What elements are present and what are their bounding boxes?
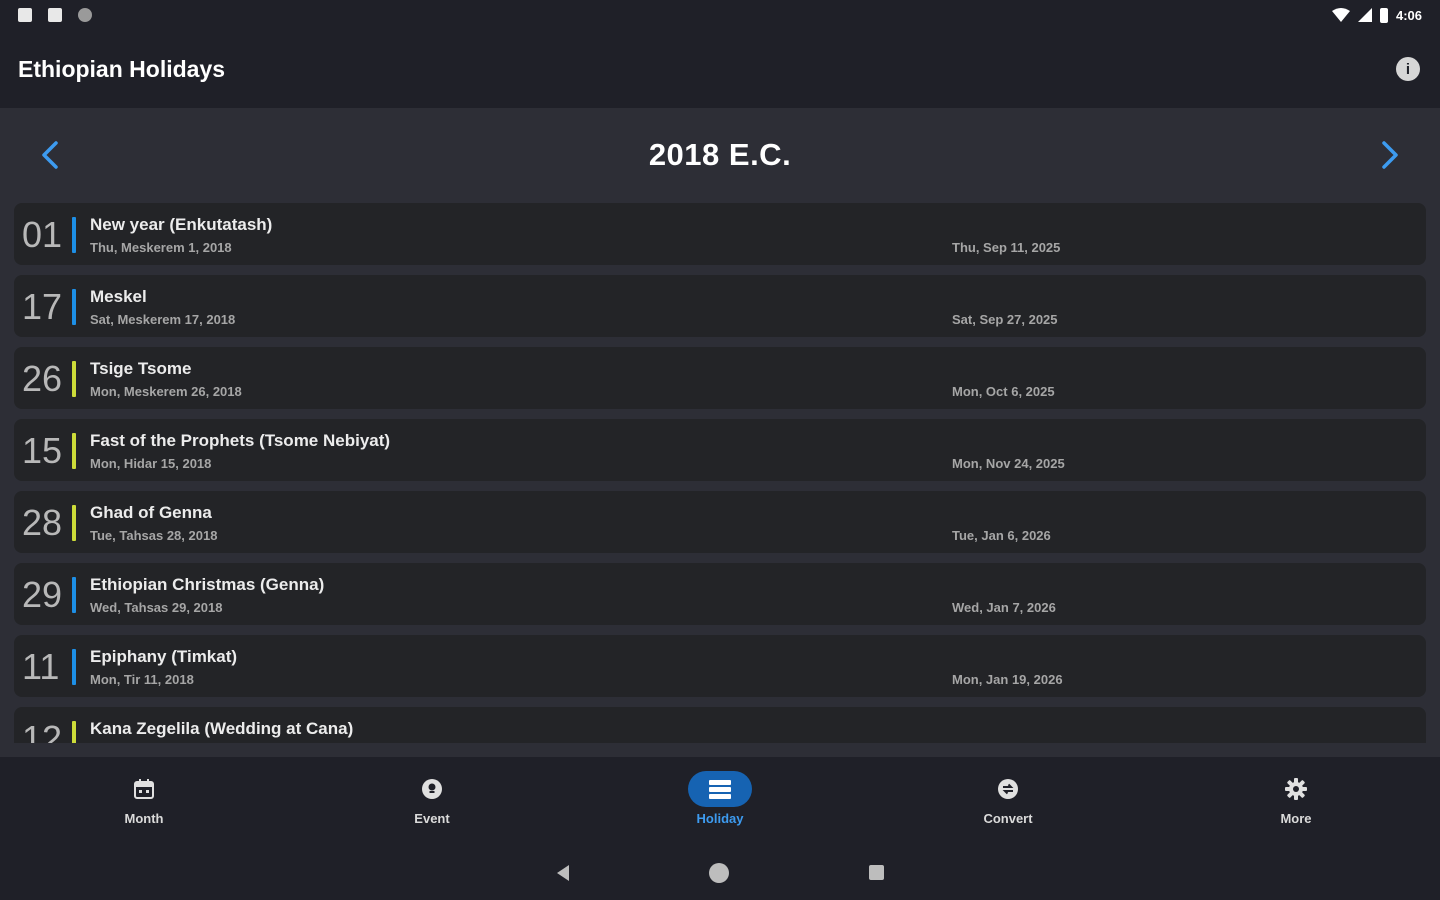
holiday-color-bar xyxy=(72,505,76,541)
holiday-name: Tsige Tsome xyxy=(90,359,192,378)
holiday-name: Ethiopian Christmas (Genna) xyxy=(90,575,325,594)
holiday-name: Ghad of Genna xyxy=(90,503,212,522)
holiday-color-bar xyxy=(72,721,76,743)
year-header: 2018 E.C. xyxy=(0,108,1440,202)
holiday-row[interactable]: 28 Ghad of Genna Tue, Tahsas 28, 2018 Tu… xyxy=(14,491,1426,553)
status-time: 4:06 xyxy=(1395,7,1422,23)
nav-item-event[interactable]: Event xyxy=(288,757,576,845)
gregorian-date: Mon, Nov 24, 2025 xyxy=(952,456,1065,471)
holiday-row[interactable]: 17 Meskel Sat, Meskerem 17, 2018 Sat, Se… xyxy=(14,275,1426,337)
convert-icon xyxy=(976,771,1040,807)
holiday-name: Fast of the Prophets (Tsome Nebiyat) xyxy=(90,431,391,450)
wifi-icon xyxy=(1331,8,1350,22)
nav-item-more[interactable]: More xyxy=(1152,757,1440,845)
app-screen: 4:06 Ethiopian Holidays i 2018 E.C. 01 N… xyxy=(0,0,1440,900)
holiday-name: Epiphany (Timkat) xyxy=(90,647,238,666)
day-number: 29 xyxy=(22,574,63,615)
system-navigation-bar xyxy=(0,845,1440,900)
battery-icon xyxy=(1379,7,1388,23)
holiday-name: New year (Enkutatash) xyxy=(90,215,273,234)
nav-label: Event xyxy=(414,811,450,826)
holiday-color-bar xyxy=(72,649,76,685)
nav-label: Holiday xyxy=(696,811,744,826)
holiday-color-bar xyxy=(72,577,76,613)
ethiopian-date: Mon, Hidar 15, 2018 xyxy=(90,456,212,471)
calendar-icon xyxy=(112,771,176,807)
app-title: Ethiopian Holidays xyxy=(18,55,226,82)
day-number: 26 xyxy=(22,358,63,399)
holiday-color-bar xyxy=(72,289,76,325)
ethiopian-date: Thu, Meskerem 1, 2018 xyxy=(90,240,232,255)
signal-icon xyxy=(1357,8,1372,22)
holiday-color-bar xyxy=(72,433,76,469)
holiday-row[interactable]: 15 Fast of the Prophets (Tsome Nebiyat) … xyxy=(14,419,1426,481)
chevron-left-icon[interactable] xyxy=(35,140,65,170)
nav-item-month[interactable]: Month xyxy=(0,757,288,845)
nav-label: Convert xyxy=(983,811,1033,826)
nav-label: Month xyxy=(124,811,164,826)
recents-icon[interactable] xyxy=(868,865,884,880)
gregorian-date: Wed, Jan 7, 2026 xyxy=(952,600,1056,615)
gregorian-date: Tue, Jan 6, 2026 xyxy=(952,528,1051,543)
holiday-row[interactable]: 29 Ethiopian Christmas (Genna) Wed, Tahs… xyxy=(14,563,1426,625)
info-icon[interactable]: i xyxy=(1396,57,1420,81)
holiday-row[interactable]: 01 New year (Enkutatash) Thu, Meskerem 1… xyxy=(14,203,1426,265)
ethiopian-date: Sat, Meskerem 17, 2018 xyxy=(90,312,236,327)
ethiopian-date: Mon, Tir 11, 2018 xyxy=(90,672,194,687)
year-title: 2018 E.C. xyxy=(648,137,792,172)
holiday-name: Kana Zegelila (Wedding at Cana) xyxy=(90,719,354,738)
day-number: 12 xyxy=(22,718,63,744)
day-number: 11 xyxy=(22,646,60,687)
chevron-right-icon[interactable] xyxy=(1375,140,1405,170)
sim-card-icon xyxy=(48,8,62,22)
gregorian-date: Sat, Sep 27, 2025 xyxy=(952,312,1058,327)
day-number: 28 xyxy=(22,502,63,543)
holiday-color-bar xyxy=(72,217,76,253)
gregorian-date: Mon, Oct 6, 2025 xyxy=(952,384,1055,399)
gregorian-date: Thu, Sep 11, 2025 xyxy=(952,240,1061,255)
day-number: 01 xyxy=(22,214,63,255)
back-icon[interactable] xyxy=(556,864,569,881)
ethiopian-date: Tue, Tahsas 28, 2018 xyxy=(90,528,218,543)
nav-label: More xyxy=(1280,811,1312,826)
status-bar: 4:06 xyxy=(0,0,1440,30)
sync-icon xyxy=(78,8,92,22)
holiday-row[interactable]: 26 Tsige Tsome Mon, Meskerem 26, 2018 Mo… xyxy=(14,347,1426,409)
app-bar: Ethiopian Holidays i xyxy=(0,30,1440,108)
day-number: 15 xyxy=(22,430,63,471)
event-icon xyxy=(400,771,464,807)
ethiopian-date: Wed, Tahsas 29, 2018 xyxy=(90,600,223,615)
gregorian-date: Mon, Jan 19, 2026 xyxy=(952,672,1063,687)
holiday-name: Meskel xyxy=(90,287,147,306)
ethiopian-date: Mon, Meskerem 26, 2018 xyxy=(90,384,242,399)
holiday-row[interactable]: 11 Epiphany (Timkat) Mon, Tir 11, 2018 M… xyxy=(14,635,1426,697)
holiday-list[interactable]: 01 New year (Enkutatash) Thu, Meskerem 1… xyxy=(14,203,1426,743)
bottom-navigation: Month Event Holiday Convert More xyxy=(0,757,1440,845)
notification-icon xyxy=(18,8,32,22)
nav-item-holiday[interactable]: Holiday xyxy=(576,757,864,845)
nav-item-convert[interactable]: Convert xyxy=(864,757,1152,845)
holiday-color-bar xyxy=(72,361,76,397)
holiday-list-icon xyxy=(688,771,752,807)
home-icon[interactable] xyxy=(708,862,729,883)
day-number: 17 xyxy=(22,286,63,327)
holiday-row[interactable]: 12 Kana Zegelila (Wedding at Cana) xyxy=(14,707,1426,743)
settings-gear-icon xyxy=(1264,771,1328,807)
